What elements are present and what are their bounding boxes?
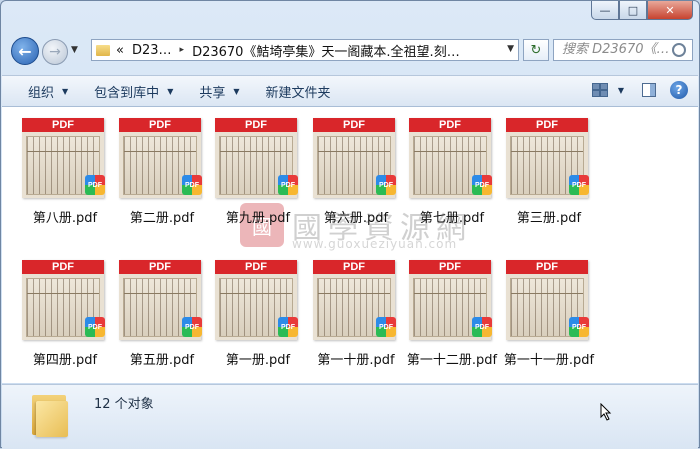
chevron-down-icon: ▼	[167, 86, 174, 96]
close-button[interactable]: ✕	[647, 1, 693, 20]
file-item[interactable]: PDF PDF 第九册.pdf	[210, 111, 306, 237]
pdf-band-label: PDF	[313, 260, 395, 274]
recent-pages-dropdown-icon[interactable]: ▼	[71, 45, 78, 55]
file-item[interactable]: PDF PDF 第二册.pdf	[114, 111, 210, 237]
breadcrumb-current[interactable]: D23670《鮚埼亭集》天一阁藏本.全祖望.刻…	[192, 41, 460, 60]
address-dropdown-icon[interactable]: ▼	[507, 44, 514, 54]
pdf-app-icon: PDF	[182, 175, 202, 195]
pdf-app-icon: PDF	[376, 317, 396, 337]
pdf-band-label: PDF	[22, 118, 104, 132]
watermark-url: www.guoxueziyuan.com	[292, 237, 458, 251]
navigation-bar: ← → ▼ « D23… ▸ D23670《鮚埼亭集》天一阁藏本.全祖望.刻… …	[9, 37, 693, 65]
explorer-window: — □ ✕ ← → ▼ « D23… ▸ D23670《鮚埼亭集》天一阁藏本.全…	[0, 0, 700, 449]
pdf-app-icon: PDF	[472, 317, 492, 337]
refresh-button[interactable]: ↻	[523, 39, 549, 61]
pdf-band-label: PDF	[215, 260, 297, 274]
help-icon[interactable]: ?	[670, 81, 688, 99]
address-bar[interactable]: « D23… ▸ D23670《鮚埼亭集》天一阁藏本.全祖望.刻… ▼	[91, 39, 519, 61]
file-name: 第一册.pdf	[225, 353, 291, 368]
pdf-app-icon: PDF	[278, 175, 298, 195]
file-item[interactable]: PDF PDF 第八册.pdf	[17, 111, 113, 237]
new-folder-button[interactable]: 新建文件夹	[266, 82, 331, 101]
file-name: 第一十册.pdf	[317, 353, 395, 368]
file-name: 第三册.pdf	[516, 211, 582, 226]
pdf-band-label: PDF	[506, 118, 588, 132]
file-item[interactable]: PDF PDF 第七册.pdf	[404, 111, 500, 237]
mouse-cursor-icon	[600, 403, 612, 421]
chevron-down-icon: ▼	[233, 86, 240, 96]
file-item[interactable]: PDF PDF 第一十一册.pdf	[501, 253, 597, 379]
file-name: 第四册.pdf	[32, 353, 98, 368]
search-input[interactable]: 搜索 D23670《…	[553, 39, 693, 61]
toolbar-right: ▼ ?	[591, 81, 688, 99]
pdf-app-icon: PDF	[569, 175, 589, 195]
pdf-band-label: PDF	[506, 260, 588, 274]
file-item[interactable]: PDF PDF 第三册.pdf	[501, 111, 597, 237]
pdf-band-label: PDF	[313, 118, 395, 132]
file-item[interactable]: PDF PDF 第一十册.pdf	[308, 253, 404, 379]
view-dropdown-icon[interactable]: ▼	[618, 86, 624, 95]
pdf-band-label: PDF	[22, 260, 104, 274]
pdf-app-icon: PDF	[472, 175, 492, 195]
new-folder-label: 新建文件夹	[265, 85, 331, 101]
pdf-band-label: PDF	[409, 118, 491, 132]
folder-icon	[96, 44, 110, 56]
chevron-down-icon: ▼	[62, 86, 69, 96]
minimize-button[interactable]: —	[591, 1, 619, 20]
search-icon[interactable]	[672, 43, 686, 57]
organize-menu[interactable]: 组织 ▼	[28, 82, 68, 101]
pdf-band-label: PDF	[215, 118, 297, 132]
pdf-band-label: PDF	[119, 260, 201, 274]
forward-button[interactable]: →	[42, 39, 68, 65]
file-list-pane[interactable]: 國 國學資源網 www.guoxueziyuan.com PDF PDF 第八册.p…	[2, 107, 698, 383]
file-item[interactable]: PDF PDF 第一册.pdf	[210, 253, 306, 379]
pdf-app-icon: PDF	[376, 175, 396, 195]
details-pane: 12 个对象	[2, 384, 698, 449]
organize-label: 组织	[28, 85, 55, 101]
pdf-app-icon: PDF	[85, 175, 105, 195]
file-name: 第二册.pdf	[129, 211, 195, 226]
file-item[interactable]: PDF PDF 第四册.pdf	[17, 253, 113, 379]
include-in-library-menu[interactable]: 包含到库中 ▼	[94, 82, 173, 101]
back-button[interactable]: ←	[11, 37, 39, 65]
file-item[interactable]: PDF PDF 第五册.pdf	[114, 253, 210, 379]
file-name: 第七册.pdf	[419, 211, 485, 226]
maximize-button[interactable]: □	[619, 1, 647, 20]
view-options-icon[interactable]	[591, 83, 608, 97]
file-name: 第八册.pdf	[32, 211, 98, 226]
caption-buttons: — □ ✕	[591, 1, 693, 21]
file-item[interactable]: PDF PDF 第一十二册.pdf	[404, 253, 500, 379]
file-name: 第一十一册.pdf	[503, 353, 595, 368]
search-placeholder: 搜索 D23670《…	[562, 42, 670, 57]
pdf-band-label: PDF	[409, 260, 491, 274]
include-library-label: 包含到库中	[94, 85, 160, 101]
file-item[interactable]: PDF PDF 第六册.pdf	[308, 111, 404, 237]
pdf-app-icon: PDF	[569, 317, 589, 337]
command-bar: 组织 ▼ 包含到库中 ▼ 共享 ▼ 新建文件夹 ▼ ?	[2, 75, 698, 107]
preview-pane-icon[interactable]	[642, 83, 656, 97]
pdf-app-icon: PDF	[278, 317, 298, 337]
share-menu[interactable]: 共享 ▼	[199, 82, 239, 101]
item-count: 12 个对象	[94, 397, 154, 412]
file-name: 第一十二册.pdf	[406, 353, 498, 368]
breadcrumb-parent[interactable]: D23…	[132, 43, 172, 58]
pdf-band-label: PDF	[119, 118, 201, 132]
file-name: 第六册.pdf	[323, 211, 389, 226]
folder-icon	[30, 393, 70, 437]
breadcrumb-separator-icon[interactable]: ▸	[180, 45, 185, 55]
pdf-app-icon: PDF	[182, 317, 202, 337]
file-name: 第五册.pdf	[129, 353, 195, 368]
address-overflow-chevron[interactable]: «	[116, 43, 124, 58]
pdf-app-icon: PDF	[85, 317, 105, 337]
share-label: 共享	[199, 85, 226, 101]
file-name: 第九册.pdf	[225, 211, 291, 226]
